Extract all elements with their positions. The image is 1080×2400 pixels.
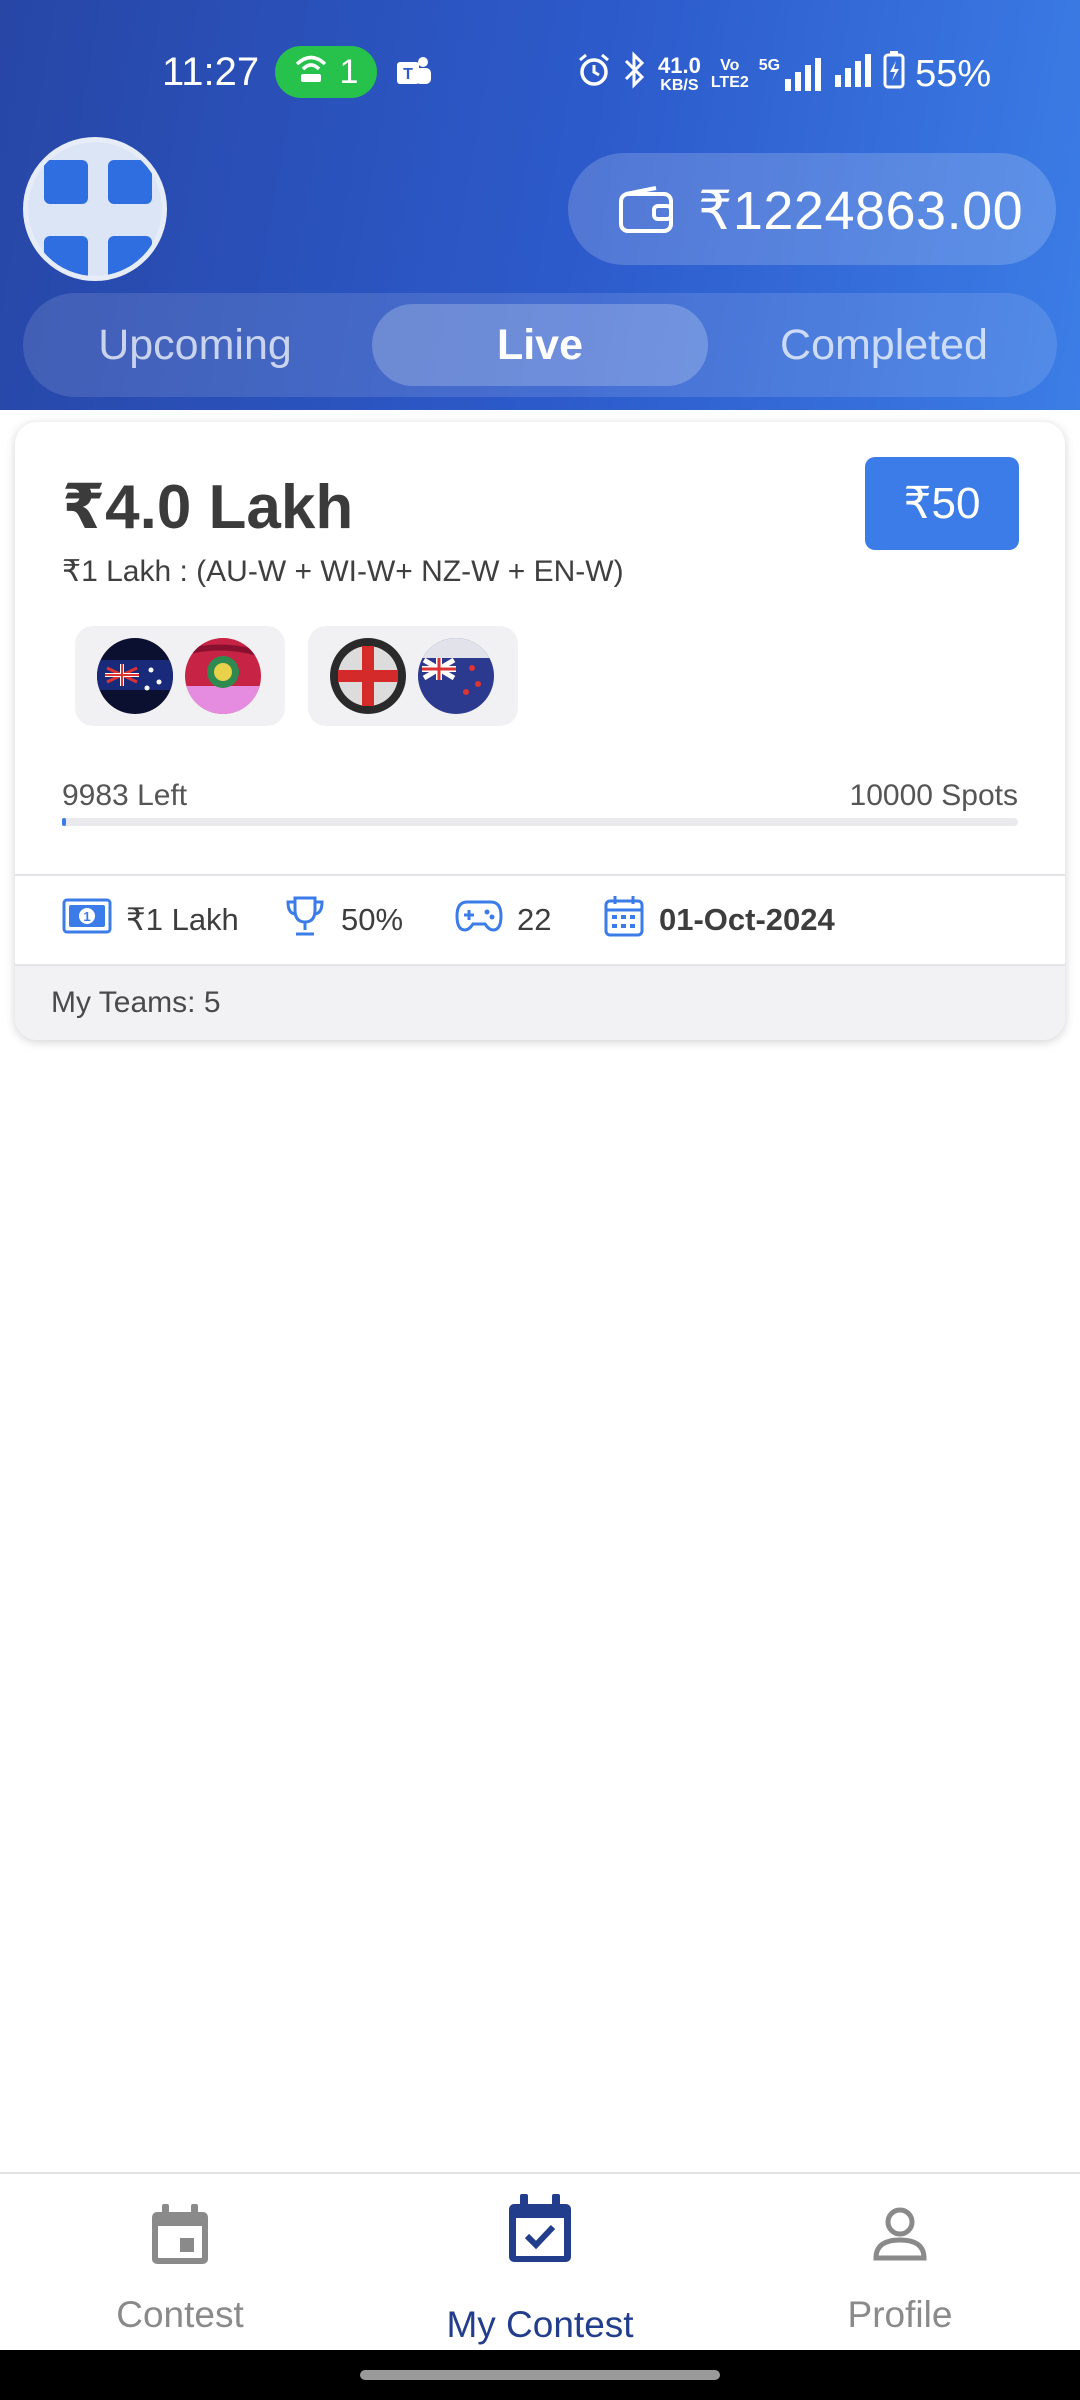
west-indies-flag-icon: [185, 638, 261, 714]
wallet-amount: ₹1224863.00: [698, 181, 1024, 241]
tab-completed[interactable]: Completed: [723, 304, 1045, 386]
spots-progress-fill: [62, 818, 66, 826]
total-spots: 10000 Spots: [849, 779, 1018, 812]
nav-profile[interactable]: Profile: [720, 2174, 1080, 2352]
gesture-navigation-bar: [0, 2350, 1080, 2400]
my-teams-count: My Teams: 5: [51, 986, 221, 1019]
hotspot-badge: 1: [275, 46, 377, 98]
status-bar: 11:27 1 T 41.0 KB/S Vo LTE2 5G 55%: [0, 38, 1080, 108]
entry-fee-button[interactable]: ₹50: [865, 457, 1019, 550]
svg-text:1: 1: [83, 909, 90, 924]
bottom-navigation: Contest My Contest Profile: [0, 2172, 1080, 2352]
games-stat: 22: [455, 876, 551, 964]
signal-icon: [833, 53, 873, 96]
prize-pool: ₹4.0 Lakh: [62, 473, 354, 542]
winners-stat: 50%: [283, 876, 403, 964]
tab-upcoming[interactable]: Upcoming: [35, 304, 355, 386]
volte-indicator: Vo LTE2: [710, 57, 749, 91]
battery-percent: 55%: [915, 52, 992, 95]
australia-flag-icon: [97, 638, 173, 714]
calendar-check-icon: [507, 2194, 573, 2269]
contest-status-tabs: Upcoming Live Completed: [23, 293, 1057, 397]
nav-contest[interactable]: Contest: [0, 2174, 360, 2352]
battery-icon: [883, 50, 905, 98]
calendar-icon: [603, 894, 645, 946]
tab-live[interactable]: Live: [372, 304, 708, 386]
gamepad-icon: [455, 898, 503, 942]
england-flag-icon: [330, 638, 406, 714]
spots-progress-bar: [62, 818, 1018, 826]
status-time: 11:27: [162, 50, 260, 94]
contest-stats: 1 ₹1 Lakh 50% 22 01-Oct-2024: [15, 876, 1065, 964]
svg-text:T: T: [403, 66, 413, 83]
wallet-icon: [618, 186, 674, 239]
spots-left: 9983 Left: [62, 779, 188, 812]
first-prize-stat: 1 ₹1 Lakh: [62, 876, 239, 964]
hotspot-icon: [294, 53, 328, 92]
app-header: 11:27 1 T 41.0 KB/S Vo LTE2 5G 55% ₹1224…: [0, 0, 1080, 410]
profile-avatar[interactable]: [23, 137, 167, 281]
hotspot-count: 1: [339, 52, 359, 91]
trophy-icon: [283, 894, 327, 946]
alarm-icon: [576, 52, 612, 97]
calendar-icon: [150, 2204, 210, 2271]
date-stat: 01-Oct-2024: [603, 876, 835, 964]
match-pill: [75, 626, 285, 726]
my-teams-strip[interactable]: My Teams: 5: [15, 964, 1065, 1040]
person-icon: [872, 2206, 928, 2267]
new-zealand-flag-icon: [418, 638, 494, 714]
status-icons: 41.0 KB/S Vo LTE2 5G 55%: [576, 50, 991, 98]
network-speed: 41.0 KB/S: [658, 52, 701, 94]
contest-subtitle: ₹1 Lakh : (AU-W + WI-W+ NZ-W + EN-W): [62, 555, 624, 588]
contest-card[interactable]: ₹4.0 Lakh ₹50 ₹1 Lakh : (AU-W + WI-W+ NZ…: [15, 422, 1065, 1040]
cash-icon: 1: [62, 898, 112, 942]
match-pill: [308, 626, 518, 726]
home-indicator[interactable]: [360, 2370, 720, 2380]
wallet-balance-button[interactable]: ₹1224863.00: [568, 153, 1056, 265]
signal-5g-icon: 5G: [759, 57, 823, 91]
teams-app-icon: T: [395, 54, 433, 95]
bluetooth-icon: [622, 50, 648, 98]
nav-my-contest[interactable]: My Contest: [360, 2174, 720, 2352]
